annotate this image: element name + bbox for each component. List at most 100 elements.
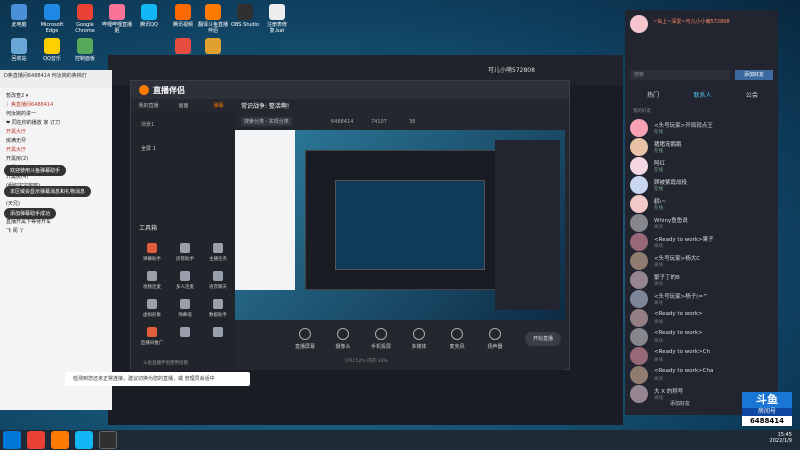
tab-hot[interactable]: 热门 (647, 90, 659, 102)
bottom-tool-button[interactable]: 手机投屏 (361, 328, 401, 350)
friend-name: <Ready to work> (654, 330, 703, 336)
bottom-tool-button[interactable]: 多媒体 (399, 328, 439, 350)
friend-item[interactable]: <Ready to work> 离线 (630, 308, 775, 328)
tool-label: 视频连麦 (143, 285, 161, 290)
chat-row: ❤ 同在你的播放 家 订刀 (6, 120, 60, 126)
friend-status: 离线 (654, 377, 663, 382)
toolbox-item[interactable]: 虚拟形象 (137, 299, 167, 318)
stream-title[interactable]: 常识战争: 整活啊! (241, 101, 289, 110)
toolbox-item[interactable]: 弹幕助手 (137, 243, 167, 262)
tab-contacts[interactable]: 联系人 (693, 90, 711, 102)
desktop-icon-label: QQ音乐 (43, 56, 61, 62)
desktop-icon[interactable]: 腾讯视频 (166, 4, 200, 28)
desktop-icon[interactable]: OBS Studio (228, 4, 262, 28)
friend-status: 在线 (654, 130, 663, 135)
friend-item[interactable]: <Ready to work>果子 离线 (630, 232, 775, 252)
chat-row: 开黑房(2) (6, 156, 29, 162)
toolbox-item[interactable]: 房管助手 (170, 243, 200, 262)
friend-item[interactable]: 阿红 在线 (630, 156, 775, 176)
desktop-icon[interactable] (166, 38, 200, 56)
desktop-icon[interactable]: Microsoft Edge (35, 4, 69, 34)
category-button[interactable]: 搜索分类 · 实现分类 (241, 117, 292, 126)
bottom-tool-icon (451, 328, 463, 340)
friend-item[interactable]: Whiny鱼鱼说 离线 (630, 213, 775, 233)
toolbox-item[interactable]: 弹幕墙 (170, 299, 200, 318)
chat-row: 房满无尽 (6, 138, 27, 144)
tab-danmaku[interactable]: 弹幕 (201, 99, 236, 113)
friend-avatar (630, 138, 648, 156)
desktop-icon[interactable] (196, 38, 230, 56)
chat-row: 飞 闻 丫 (6, 228, 25, 234)
start-button[interactable] (3, 431, 21, 449)
desktop-icon-label: 翻译斗鱼直播伴侣 (197, 22, 228, 34)
friend-item[interactable]: 鹤\~ 在线 (630, 194, 775, 214)
add-friend-button[interactable]: 添加好友 (735, 70, 773, 80)
friend-status: 离线 (654, 225, 663, 230)
desktop-icon[interactable]: 回收站 (2, 38, 36, 62)
room-label: 房间号 (742, 408, 792, 416)
bottom-tool-button[interactable]: 摄像头 (323, 328, 363, 350)
bottom-tool-button[interactable]: 麦克风 (437, 328, 477, 350)
friend-item[interactable]: <头号玩家>杨大C 离线 (630, 251, 775, 271)
friend-name: <头号玩家>开局就点王 (654, 123, 713, 129)
taskbar-qq-icon[interactable] (75, 431, 93, 449)
friend-item[interactable]: <Ready to work>Cha 离线 (630, 365, 775, 385)
toolbox-item[interactable]: 直播间推广 (137, 327, 167, 346)
desktop-icon[interactable]: 控制面板 (68, 38, 102, 62)
room-id: 6488414 (331, 119, 354, 125)
friend-item[interactable]: 猪猪宠鹅鹅 在线 (630, 137, 775, 157)
bottom-tool-button[interactable]: 扬声器 (475, 328, 515, 350)
tab-guild[interactable]: 公会 (746, 90, 758, 102)
toolbox-item[interactable]: 语音聊天 (203, 271, 233, 290)
toolbox-item[interactable]: 数据助手 (203, 299, 233, 318)
tool-icon (180, 299, 190, 309)
desktop-icon[interactable]: Google Chrome (68, 4, 102, 34)
desktop-icon[interactable]: QQ音乐 (35, 38, 69, 62)
desktop-icon[interactable]: 翻译斗鱼直播伴侣 (196, 4, 230, 34)
bottom-tool-button[interactable]: 直播屏幕 (285, 328, 325, 350)
app-icon (141, 4, 157, 20)
desktop-icon[interactable]: 注册表修复.bat (260, 4, 294, 34)
taskbar-douyu-icon[interactable] (51, 431, 69, 449)
section-label: 我的好友 (633, 109, 651, 114)
toolbox-item[interactable] (203, 327, 233, 340)
user-avatar[interactable] (630, 15, 648, 33)
bottom-tool-label: 摄像头 (335, 344, 351, 350)
chat-row: 何汝婉的讲一 (6, 111, 37, 117)
scene-item[interactable]: 全屏 1 (141, 145, 156, 152)
companion-tabs: 我的直播 画面 弹幕 (131, 99, 236, 113)
bottom-tool-icon (375, 328, 387, 340)
tab-scene[interactable]: 画面 (166, 99, 201, 113)
toolbox-item[interactable]: 多人连麦 (170, 271, 200, 290)
taskbar-obs-icon[interactable] (99, 431, 117, 449)
friend-avatar (630, 214, 648, 232)
friend-search-input[interactable]: 搜索 (630, 70, 730, 80)
tool-icon (147, 243, 157, 253)
bottom-tool-icon (299, 328, 311, 340)
footer-add-friend[interactable]: 添加好友 (670, 400, 690, 407)
tab-my-live[interactable]: 我的直播 (131, 99, 166, 113)
app-icon (11, 4, 27, 20)
desktop-icon[interactable]: 腾讯QQ (132, 4, 166, 28)
start-live-button[interactable]: 开始直播 (525, 332, 561, 346)
desktop-icon[interactable]: 哔哩哔哩直播姬 (100, 4, 134, 34)
desktop-icon-label: 控制面板 (74, 56, 95, 62)
guide-link[interactable]: 斗鱼直播伴侣使用指南 (143, 360, 188, 366)
tool-icon (180, 271, 190, 281)
friend-avatar (630, 233, 648, 251)
friend-item[interactable]: 繁子丁的B 离线 (630, 270, 775, 290)
taskbar-chrome-icon[interactable] (27, 431, 45, 449)
friend-item[interactable]: <Ready to work>Ch 离线 (630, 346, 775, 366)
friend-avatar (630, 157, 648, 175)
toolbox-item[interactable]: 视频连麦 (137, 271, 167, 290)
friend-item[interactable]: <头号玩家>杨子(=^ 离线 (630, 289, 775, 309)
companion-header: 直播伴侣 (131, 81, 569, 99)
friend-item[interactable]: <Ready to work> 离线 (630, 327, 775, 347)
taskbar: 15:45 2022/1/9 (0, 430, 800, 450)
app-icon (269, 4, 285, 20)
desktop-icon[interactable]: 此电脑 (2, 4, 36, 28)
friend-item[interactable]: <头号玩家>开局就点王 在线 (630, 118, 775, 138)
friend-item[interactable]: 顾被紫霞战役 在线 (630, 175, 775, 195)
toolbox-item[interactable] (170, 327, 200, 340)
toolbox-item[interactable]: 主播任务 (203, 243, 233, 262)
